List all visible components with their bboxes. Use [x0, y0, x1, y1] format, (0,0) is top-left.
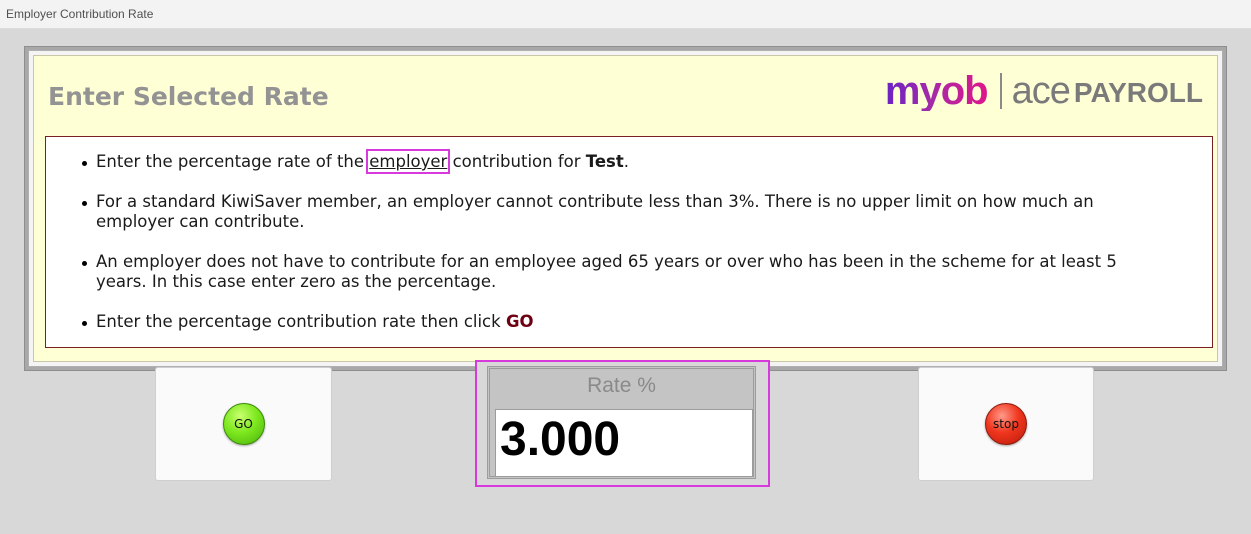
instructions-list: Enter the percentage rate of the employe… — [46, 149, 1212, 332]
instruction-text: An employer does not have to contribute … — [96, 252, 1117, 291]
instruction-item: An employer does not have to contribute … — [46, 252, 1212, 312]
rate-group: Rate % 3.000 — [487, 366, 756, 479]
info-panel: Enter Selected Rate myob ace PAYROLL Ent… — [33, 55, 1218, 362]
instruction-item: Enter the percentage rate of the employe… — [46, 149, 1212, 192]
info-panel-border: Enter Selected Rate myob ace PAYROLL Ent… — [28, 50, 1223, 367]
instruction-text: Enter the percentage contribution rate t… — [96, 312, 506, 331]
stop-button-panel[interactable]: stop — [918, 367, 1094, 481]
instruction-text: For a standard KiwiSaver member, an empl… — [96, 192, 1094, 231]
instruction-item: For a standard KiwiSaver member, an empl… — [46, 192, 1212, 252]
go-keyword: GO — [505, 312, 534, 331]
myob-ace-payroll-logo: myob ace PAYROLL — [885, 66, 1203, 116]
employee-name: Test — [585, 152, 624, 171]
instruction-text: . — [623, 152, 629, 171]
rate-label: Rate % — [587, 374, 656, 397]
rate-input[interactable]: 3.000 — [495, 409, 753, 477]
instruction-text: contribution for — [447, 152, 586, 171]
instruction-item: Enter the percentage contribution rate t… — [46, 312, 1212, 332]
logo-myob-text: myob — [884, 69, 989, 113]
panel-heading: Enter Selected Rate — [48, 82, 329, 111]
rate-highlight: Rate % 3.000 — [475, 360, 770, 487]
logo-payroll-text: PAYROLL — [1073, 77, 1203, 108]
instruction-text: Enter the percentage rate of the — [96, 152, 370, 171]
title-bar: Employer Contribution Rate — [0, 0, 1251, 29]
logo-ace-text: ace — [1011, 70, 1071, 112]
instructions-box: Enter the percentage rate of the employe… — [45, 136, 1213, 348]
go-button-panel[interactable]: GO — [155, 367, 332, 481]
employer-link[interactable]: employer — [366, 149, 451, 174]
go-button[interactable]: GO — [222, 403, 265, 445]
stop-button[interactable]: stop — [985, 403, 1027, 445]
window-title: Employer Contribution Rate — [6, 7, 154, 21]
info-panel-frame: Enter Selected Rate myob ace PAYROLL Ent… — [24, 46, 1227, 371]
logo-divider — [999, 73, 1002, 109]
